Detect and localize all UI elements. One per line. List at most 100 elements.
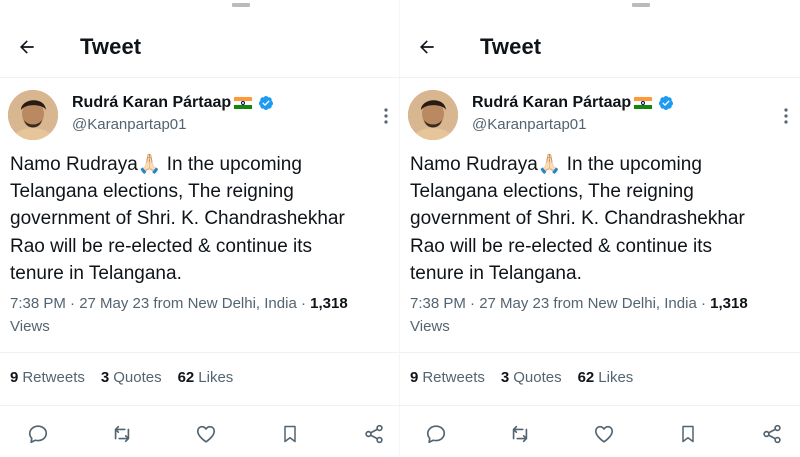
tweet-author: Rudrá Karan Pártaap @Karanpartap01 bbox=[8, 90, 398, 142]
likes-count: 62 bbox=[177, 369, 195, 386]
verified-badge-icon bbox=[658, 95, 674, 111]
views-label: Views bbox=[410, 318, 450, 335]
views-count: 1,318 bbox=[310, 295, 348, 312]
share-button[interactable] bbox=[758, 420, 786, 448]
avatar-image bbox=[408, 90, 458, 140]
tweet-text-line: tenure in Telangana. bbox=[10, 262, 182, 284]
tweet-actions bbox=[400, 420, 800, 448]
avatar-image bbox=[8, 90, 58, 140]
avatar[interactable] bbox=[8, 90, 58, 140]
retweets-count: 9 bbox=[410, 369, 419, 386]
share-button[interactable] bbox=[360, 420, 388, 448]
author-name-text: Rudrá Karan Pártaap bbox=[72, 94, 232, 111]
tweet-text-line: Telangana elections, The reigning bbox=[410, 181, 694, 203]
tweet-panel-left: Tweet Rudrá Karan Pártaap @Karanpartap01… bbox=[0, 0, 400, 457]
author-handle[interactable]: @Karanpartap01 bbox=[472, 116, 586, 133]
tweet-stats: 9 Retweets 3 Quotes 62 Likes bbox=[10, 369, 400, 386]
page-title: Tweet bbox=[480, 34, 542, 59]
back-button[interactable] bbox=[12, 32, 42, 62]
status-bar bbox=[0, 0, 400, 14]
avatar[interactable] bbox=[408, 90, 458, 140]
tweet-text-line: Namo Rudraya🙏🏻 In the upcoming bbox=[410, 154, 702, 175]
tweet-text-line: government of Shri. K. Chandrashekhar bbox=[10, 208, 345, 230]
retweets-stat[interactable]: 9 Retweets bbox=[10, 369, 85, 386]
divider bbox=[400, 352, 800, 353]
tweet-timestamp[interactable]: 7:38 PM · 27 May 23 from New Delhi, Indi… bbox=[410, 295, 710, 312]
quotes-label: Quotes bbox=[513, 369, 562, 386]
retweets-label: Retweets bbox=[422, 369, 485, 386]
tweet-panel-right: Tweet Rudrá Karan Pártaap @Karanpartap01… bbox=[400, 0, 800, 457]
author-handle[interactable]: @Karanpartap01 bbox=[72, 116, 186, 133]
tweet-text-line: government of Shri. K. Chandrashekhar bbox=[410, 208, 745, 230]
heart-icon bbox=[594, 425, 614, 443]
more-button[interactable] bbox=[776, 106, 796, 126]
reply-icon bbox=[28, 425, 48, 444]
tweet-header: Tweet bbox=[0, 28, 400, 68]
like-button[interactable] bbox=[590, 420, 618, 448]
header-divider bbox=[0, 77, 400, 78]
retweet-icon bbox=[114, 425, 130, 443]
tweet-stats: 9 Retweets 3 Quotes 62 Likes bbox=[410, 369, 800, 386]
status-indicator bbox=[232, 3, 250, 7]
retweets-label: Retweets bbox=[22, 369, 85, 386]
tweet-text: Namo Rudraya🙏🏻 In the upcoming Telangana… bbox=[410, 151, 795, 287]
bookmark-button[interactable] bbox=[674, 420, 702, 448]
quotes-count: 3 bbox=[100, 369, 110, 386]
author-name[interactable]: Rudrá Karan Pártaap bbox=[72, 94, 274, 112]
share-icon bbox=[365, 424, 383, 444]
more-button[interactable] bbox=[376, 106, 396, 126]
tweet-text-line: Rao will be re-elected & continue its bbox=[10, 235, 313, 257]
verified-badge-icon bbox=[258, 95, 274, 111]
author-name-text: Rudrá Karan Pártaap bbox=[472, 94, 632, 111]
arrow-left-icon bbox=[420, 40, 434, 54]
india-flag-icon bbox=[634, 96, 653, 110]
india-flag-icon bbox=[234, 96, 253, 110]
reply-button[interactable] bbox=[422, 420, 450, 448]
author-name[interactable]: Rudrá Karan Pártaap bbox=[472, 94, 674, 112]
tweet-text-line: Rao will be re-elected & continue its bbox=[410, 235, 713, 257]
tweet-actions bbox=[0, 420, 400, 448]
tweet-text-line: tenure in Telangana. bbox=[410, 262, 582, 284]
retweets-stat[interactable]: 9 Retweets bbox=[410, 369, 485, 386]
header-divider bbox=[400, 77, 800, 78]
tweet-meta: 7:38 PM · 27 May 23 from New Delhi, Indi… bbox=[410, 293, 800, 315]
likes-stat[interactable]: 62 Likes bbox=[178, 369, 234, 386]
divider bbox=[400, 405, 800, 406]
quotes-label: Quotes bbox=[113, 369, 162, 386]
back-button[interactable] bbox=[412, 32, 442, 62]
share-icon bbox=[763, 424, 781, 444]
quotes-count: 3 bbox=[500, 369, 510, 386]
reply-icon bbox=[426, 425, 446, 444]
bookmark-button[interactable] bbox=[276, 420, 304, 448]
status-bar bbox=[400, 0, 800, 14]
page-title: Tweet bbox=[80, 34, 142, 59]
tweet-text-line: Telangana elections, The reigning bbox=[10, 181, 294, 203]
divider bbox=[0, 352, 400, 353]
tweet-author: Rudrá Karan Pártaap @Karanpartap01 bbox=[408, 90, 798, 142]
likes-stat[interactable]: 62 Likes bbox=[578, 369, 634, 386]
bookmark-icon bbox=[284, 425, 296, 443]
retweet-icon bbox=[512, 425, 528, 443]
tweet-header: Tweet bbox=[400, 28, 800, 68]
retweet-button[interactable] bbox=[108, 420, 136, 448]
retweet-button[interactable] bbox=[506, 420, 534, 448]
quotes-stat[interactable]: 3 Quotes bbox=[101, 369, 162, 386]
tweet-meta: 7:38 PM · 27 May 23 from New Delhi, Indi… bbox=[10, 293, 400, 315]
arrow-left-icon bbox=[20, 40, 34, 54]
likes-count: 62 bbox=[577, 369, 595, 386]
more-vertical-icon bbox=[784, 108, 788, 124]
status-indicator bbox=[632, 3, 650, 7]
quotes-stat[interactable]: 3 Quotes bbox=[501, 369, 562, 386]
like-button[interactable] bbox=[192, 420, 220, 448]
views-count: 1,318 bbox=[710, 295, 748, 312]
bookmark-icon bbox=[682, 425, 694, 443]
tweet-timestamp[interactable]: 7:38 PM · 27 May 23 from New Delhi, Indi… bbox=[10, 295, 310, 312]
retweets-count: 9 bbox=[10, 369, 19, 386]
more-vertical-icon bbox=[384, 108, 388, 124]
likes-label: Likes bbox=[598, 369, 634, 386]
heart-icon bbox=[196, 425, 216, 443]
tweet-text: Namo Rudraya🙏🏻 In the upcoming Telangana… bbox=[10, 151, 395, 287]
views-label: Views bbox=[10, 318, 50, 335]
tweet-text-line: Namo Rudraya🙏🏻 In the upcoming bbox=[10, 154, 302, 175]
reply-button[interactable] bbox=[24, 420, 52, 448]
